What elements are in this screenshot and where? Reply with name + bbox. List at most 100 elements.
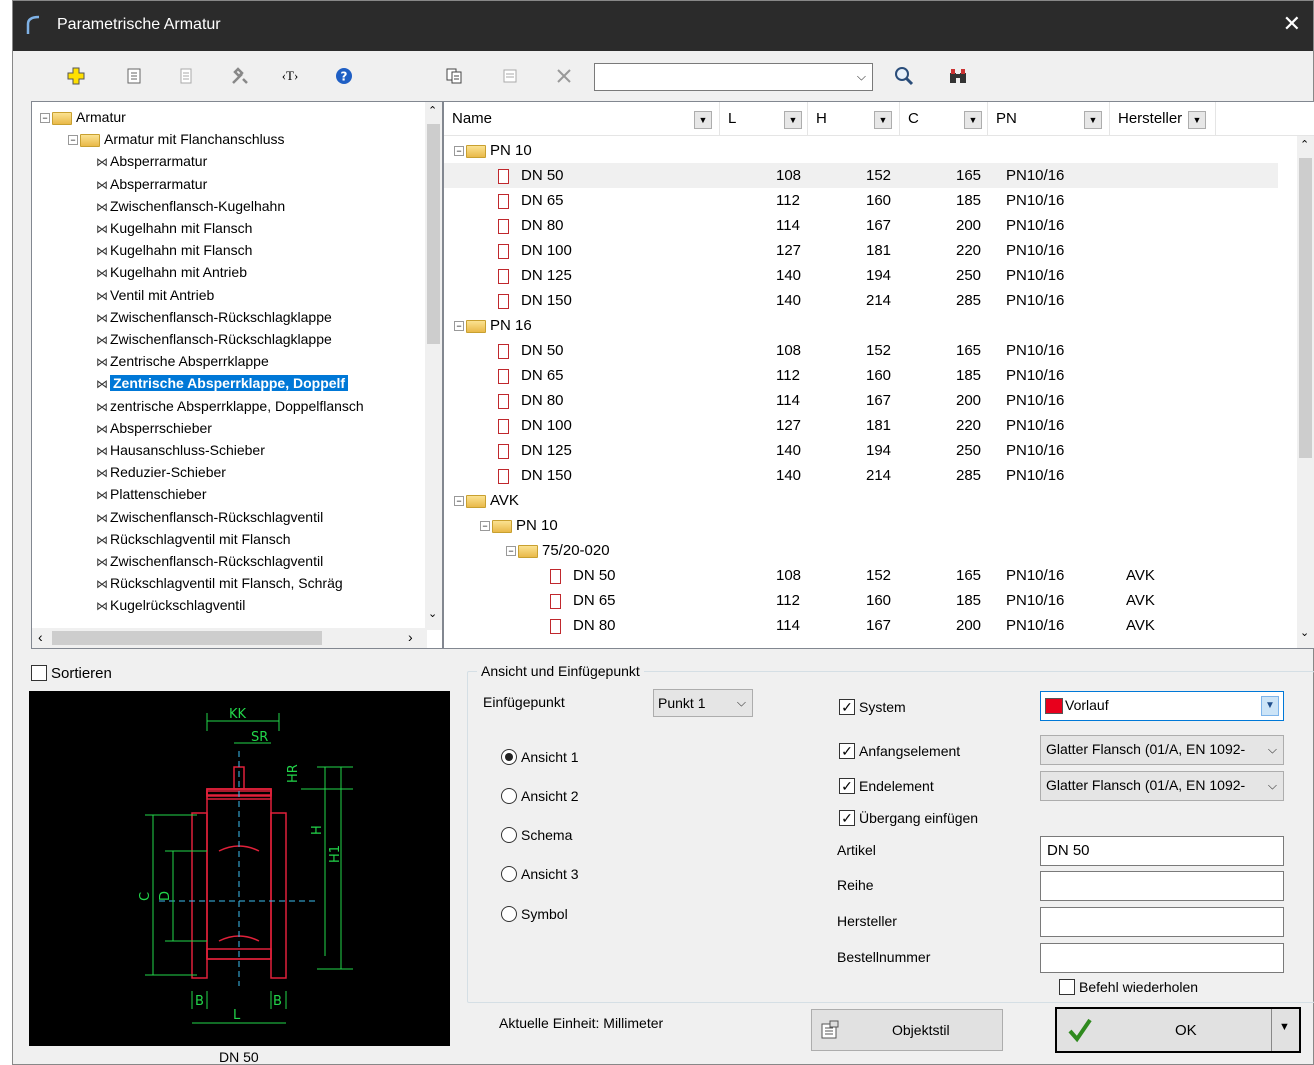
tree-item[interactable]: ⋈ Zwischenflansch-Rückschlagklappe [96,328,332,350]
objektstil-button[interactable]: Objektstil [811,1009,1003,1051]
chevron-down-icon[interactable]: ▼ [1279,1021,1290,1033]
scroll-right-icon[interactable]: › [408,629,413,645]
view-radio[interactable] [501,827,517,843]
grid-group-row[interactable]: − PN 10 [444,513,1278,538]
tree-item[interactable]: ⋈ Kugelrückschlagventil [96,594,245,616]
grid-row[interactable]: DN 50 108 152 165 PN10/16 AVK [444,563,1278,588]
transition-checkbox[interactable]: ✓ [839,810,855,826]
scroll-down-icon[interactable]: ⌄ [428,607,437,620]
filter-icon[interactable]: ▼ [874,111,892,129]
grid-group-row[interactable]: − AVK [444,488,1278,513]
tree-item[interactable]: ⋈ zentrische Absperrklappe, Doppelflansch [96,395,364,417]
tools-icon[interactable] [227,63,253,89]
tree-item[interactable]: ⋈ Kugelhahn mit Antrieb [96,261,247,283]
start-element-select[interactable]: Glatter Flansch (01/A, EN 1092- ⌵ [1040,735,1284,765]
tree-item[interactable]: − Armatur mit Flanchanschluss [68,128,285,150]
tree-item[interactable]: ⋈ Plattenschieber [96,483,207,505]
collapse-icon[interactable]: − [454,146,464,157]
grid-row[interactable]: DN 150 140 214 285 PN10/16 [444,288,1278,313]
filter-icon[interactable]: ▼ [1084,111,1102,129]
help-icon[interactable]: ? [331,63,357,89]
scroll-left-icon[interactable]: ‹ [38,629,43,645]
tree-item[interactable]: ⋈ Kugelhahn mit Flansch [96,217,252,239]
tree-scroll-thumb[interactable] [427,124,440,344]
delete-icon[interactable] [551,63,577,89]
column-l[interactable]: L ▼ [720,102,808,136]
column-c[interactable]: C ▼ [900,102,988,136]
tree-item[interactable]: ⋈ Zwischenflansch-Rückschlagklappe [96,306,332,328]
sort-checkbox[interactable] [31,665,47,681]
tree-item[interactable]: ⋈ Zentrische Absperrklappe [96,350,269,372]
tree-item[interactable]: ⋈ Absperrarmatur [96,173,207,195]
tree-item[interactable]: ⋈ Hausanschluss-Schieber [96,439,265,461]
grid-row[interactable]: DN 100 127 181 220 PN10/16 [444,238,1278,263]
grid-row[interactable]: DN 80 114 167 200 PN10/16 [444,388,1278,413]
tree-item[interactable]: ⋈ Absperrarmatur [96,150,207,172]
tree-item[interactable]: ⋈ Zwischenflansch-Rückschlagventil [96,506,323,528]
column-pn[interactable]: PN ▼ [988,102,1110,136]
tree-item[interactable]: ⋈ Zentrische Absperrklappe, Doppelf [96,372,349,394]
tree-item[interactable]: ⋈ Reduzier-Schieber [96,461,226,483]
collapse-icon[interactable]: − [480,521,490,532]
collapse-icon[interactable]: − [454,321,464,332]
column-hersteller[interactable]: Hersteller ▼ [1110,102,1216,136]
tree-item[interactable]: ⋈ Kugelhahn mit Flansch [96,239,252,261]
tree-item[interactable]: − Armatur [40,106,126,128]
grid-group-row[interactable]: − 75/20-020 [444,538,1278,563]
collapse-icon[interactable]: − [454,496,464,507]
view-radio[interactable] [501,906,517,922]
grid-scroll-thumb[interactable] [1299,158,1312,458]
binoculars-icon[interactable] [945,63,971,89]
start-element-checkbox[interactable]: ✓ [839,743,855,759]
scroll-up-icon[interactable]: ⌃ [1300,138,1309,151]
grid-row[interactable]: DN 80 114 167 200 PN10/16 AVK [444,613,1278,638]
tree-item[interactable]: ⋈ Rückschlagventil mit Flansch [96,528,291,550]
grid-row[interactable]: DN 50 108 152 165 PN10/16 [444,338,1278,363]
ok-button[interactable]: OK ▼ [1055,1007,1301,1053]
field-input[interactable]: DN 50 [1040,836,1284,866]
grid-row[interactable]: DN 50 108 152 165 PN10/16 [444,163,1278,188]
search-combo[interactable]: ⌵ [594,63,873,91]
category-tree[interactable]: − Armatur − Armatur mit Flanchanschluss ⋈ Abs… [31,101,443,649]
scroll-up-icon[interactable]: ⌃ [428,104,437,117]
add-icon[interactable] [63,63,89,89]
grid-row[interactable]: DN 65 112 160 185 PN10/16 [444,363,1278,388]
collapse-icon[interactable]: − [40,113,50,124]
copy-icon[interactable] [441,63,467,89]
tree-horizontal-scrollbar[interactable]: ‹ › [32,628,427,648]
scroll-down-icon[interactable]: ⌄ [1300,626,1309,639]
filter-icon[interactable]: ▼ [964,111,982,129]
grid-vertical-scrollbar[interactable]: ⌃ ⌄ [1297,136,1314,648]
tree-vertical-scrollbar[interactable]: ⌃ ⌄ [425,102,442,630]
grid-group-row[interactable]: − PN 10 [444,138,1278,163]
grid-row[interactable]: DN 100 127 181 220 PN10/16 [444,413,1278,438]
grid-row[interactable]: DN 150 140 214 285 PN10/16 [444,463,1278,488]
system-select[interactable]: Vorlauf ▼ [1040,691,1284,721]
view-radio[interactable] [501,749,517,765]
chevron-down-icon[interactable]: ⌵ [737,696,746,711]
chevron-down-icon[interactable]: ⌵ [1268,779,1277,794]
end-element-checkbox[interactable]: ✓ [839,778,855,794]
filter-icon[interactable]: ▼ [694,111,712,129]
filter-icon[interactable]: ▼ [1188,111,1206,129]
collapse-icon[interactable]: − [68,135,78,146]
repeat-command-checkbox[interactable] [1059,979,1075,995]
tree-item[interactable]: ⋈ Rückschlagventil mit Flansch, Schräg [96,572,343,594]
field-input[interactable] [1040,943,1284,973]
system-checkbox[interactable]: ✓ [839,699,855,715]
chevron-down-icon[interactable]: ▼ [1261,696,1279,716]
filter-icon[interactable]: ▼ [784,111,802,129]
view-radio[interactable] [501,788,517,804]
tree-item[interactable]: ⋈ Absperrschieber [96,417,212,439]
search-icon[interactable] [891,63,917,89]
chevron-down-icon[interactable]: ⌵ [1268,743,1277,758]
insert-point-select[interactable]: Punkt 1 ⌵ [653,689,753,717]
properties-icon[interactable] [121,63,147,89]
text-tag-icon[interactable]: ‹T› [277,63,303,89]
tree-item[interactable]: ⋈ Zwischenflansch-Rückschlagventil [96,550,323,572]
article-grid[interactable]: Name ▼ L ▼ H ▼ C ▼ PN ▼ Hersteller ▼ − PN 10 DN … [443,101,1314,649]
view-radio[interactable] [501,866,517,882]
grid-row[interactable]: DN 80 114 167 200 PN10/16 [444,213,1278,238]
paste-icon[interactable] [497,63,523,89]
grid-row[interactable]: DN 65 112 160 185 PN10/16 AVK [444,588,1278,613]
